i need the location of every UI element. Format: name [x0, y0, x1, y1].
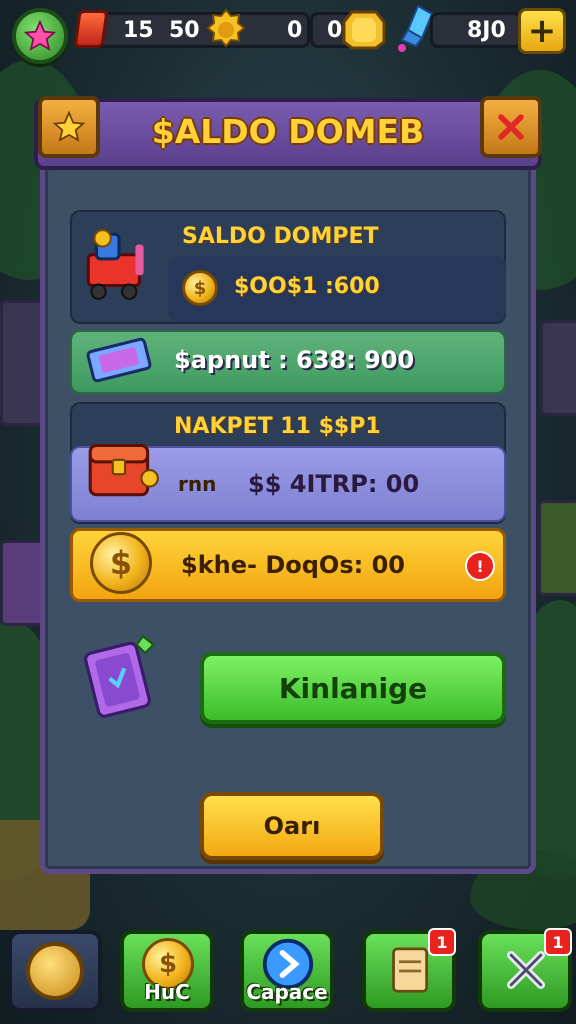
nav-emblem-button[interactable] — [8, 930, 102, 1012]
wallet-title: SALDO DOMPET — [182, 224, 379, 249]
resource-value-e: 8Ј0 — [467, 17, 506, 43]
bottom-navigation: $ HuC Capace 1 1 — [0, 922, 576, 1024]
cancel-button[interactable]: Oarı — [200, 792, 384, 860]
close-icon — [498, 114, 524, 140]
ticket-icon — [86, 337, 152, 383]
nav-play-button[interactable]: Capace — [240, 930, 334, 1012]
card-icon — [84, 634, 155, 718]
add-resource-button[interactable]: + — [518, 8, 566, 54]
star-icon — [52, 110, 86, 142]
panel-title: $ALDO DOMEB — [151, 112, 425, 151]
favorite-button[interactable] — [38, 96, 100, 158]
confirm-button-label: Kinlanige — [278, 671, 428, 705]
profile-star-button[interactable] — [12, 8, 68, 64]
notification-badge: 1 — [544, 928, 572, 956]
ticket-balance-text: $apnut : 638: 900 — [174, 346, 415, 374]
coin-icon: $ — [182, 270, 218, 306]
cancel-button-label: Oarı — [263, 812, 321, 840]
document-icon — [392, 947, 429, 993]
nav-tools-button[interactable]: 1 — [478, 928, 572, 1012]
nav-coin-label: HuC — [144, 980, 190, 1004]
package-section-title: NAKPET 11 $$P1 — [174, 414, 381, 439]
panel-header: $ALDO DOMEB — [34, 98, 542, 170]
resource-value-c: 0 — [287, 17, 303, 43]
resource-value-d: 0 — [327, 17, 343, 43]
package-text: $$ 4ITRP: 00 — [248, 470, 420, 498]
star-icon — [23, 19, 57, 51]
resource-value-a: 15 — [123, 17, 154, 43]
nav-notes-button[interactable]: 1 — [362, 928, 456, 1012]
alert-badge: ! — [465, 551, 495, 581]
close-button[interactable] — [480, 96, 542, 158]
wallet-amount: $OO$1 :600 — [234, 274, 380, 299]
cart-icon — [86, 229, 144, 300]
notification-badge-count: 1 — [436, 932, 448, 952]
notification-badge: 1 — [428, 928, 456, 956]
emblem-icon — [26, 942, 84, 1000]
alert-badge-label: ! — [476, 556, 484, 576]
gold-block-icon — [342, 10, 386, 50]
top-resource-bar: 15 50 0 0 8Ј0 + — [0, 0, 576, 64]
coin-icon: $ — [90, 532, 152, 594]
nav-coin-button[interactable]: $ HuC — [120, 930, 214, 1012]
notification-badge-count: 1 — [552, 932, 564, 952]
chest-icon — [88, 443, 159, 497]
wallet-amount-box: $ $OO$1 :600 — [168, 256, 506, 322]
resource-pill-right: 8Ј0 — [430, 12, 522, 48]
package-prefix: rnn — [178, 472, 217, 496]
coin-bonus-text: $khe- DoqOs: 00 — [181, 551, 405, 579]
gold-medal-icon — [206, 8, 246, 48]
resource-pill-left: 15 50 0 — [92, 12, 310, 48]
resource-value-b: 50 — [169, 17, 200, 43]
plus-icon: + — [527, 11, 557, 51]
red-gem-icon — [73, 10, 109, 48]
nav-play-label: Capace — [246, 980, 328, 1004]
confirm-button[interactable]: Kinlanige — [200, 652, 506, 724]
